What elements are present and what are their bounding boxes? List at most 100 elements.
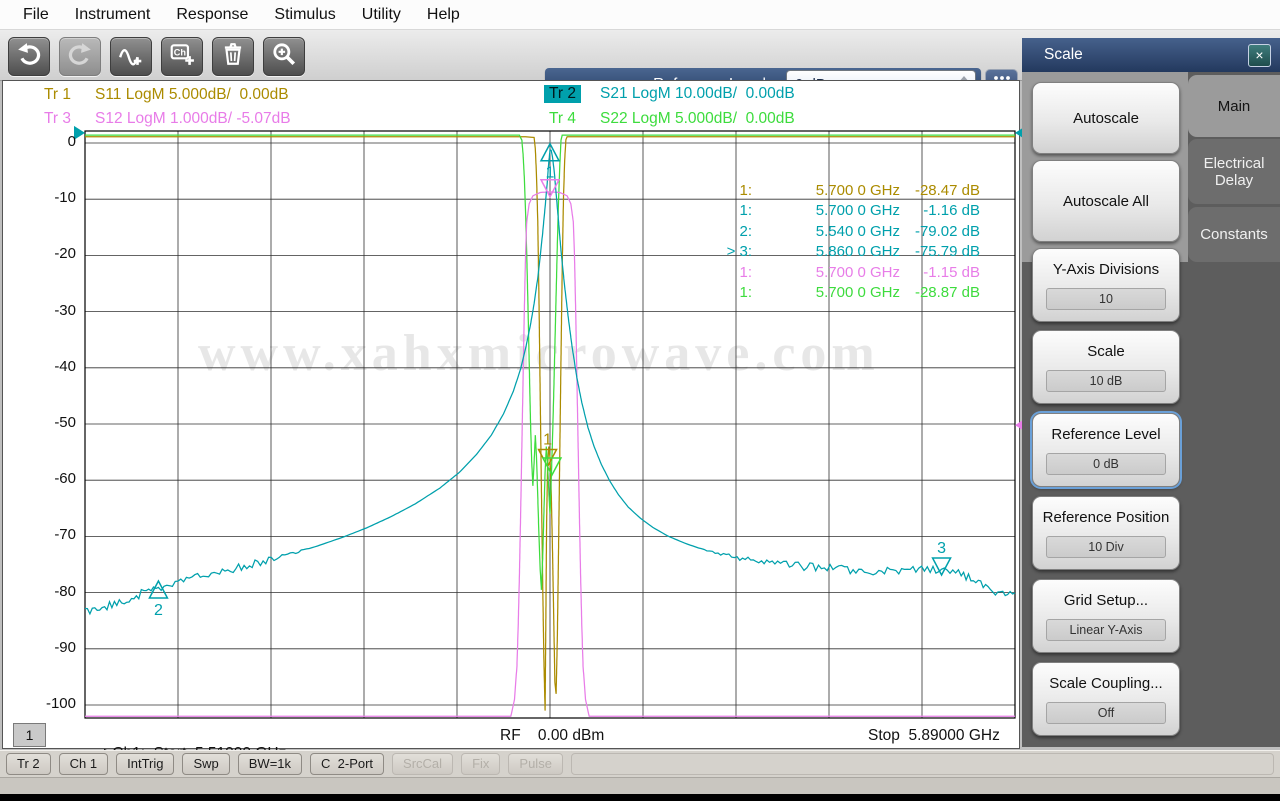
y-axis-label: -70 [24, 526, 76, 543]
add-trace-icon [118, 41, 144, 72]
marker-readout-row: 1:5.700 0 GHz-28.47 dB [688, 182, 980, 202]
softkey-label: Reference Position [1037, 508, 1176, 527]
menu-utility[interactable]: Utility [349, 6, 414, 24]
softkey-grid-setup[interactable]: Grid Setup...Linear Y-Axis [1032, 579, 1180, 653]
status-empty-slot [571, 753, 1274, 775]
marker-readout-row: 2:5.540 0 GHz-79.02 dB [688, 223, 980, 243]
y-axis-label: -60 [24, 470, 76, 487]
trace-measurement-label: S11 LogM 5.000dB/ 0.00dB [95, 86, 289, 104]
status-button-pulse[interactable]: Pulse [508, 753, 563, 775]
marker-value: -75.79 dB [900, 243, 980, 263]
softkey-scale-coupling[interactable]: Scale Coupling...Off [1032, 662, 1180, 736]
y-axis-label: -100 [24, 695, 76, 712]
softkey-value: 10 Div [1046, 536, 1166, 558]
redo-button[interactable] [59, 37, 101, 76]
marker-readout-row: 1:5.700 0 GHz-28.87 dB [688, 284, 980, 304]
menu-bar: FileInstrumentResponseStimulusUtilityHel… [0, 0, 1280, 30]
marker-value: -28.87 dB [900, 284, 980, 304]
marker-value: -28.47 dB [900, 182, 980, 202]
tab-electrical-delay[interactable]: Electrical Delay [1188, 139, 1280, 204]
softkey-label: Scale [1081, 342, 1131, 361]
zoom-icon [271, 41, 297, 72]
channel-tab-1[interactable]: 1 [13, 723, 46, 747]
status-button-c-2-port[interactable]: C 2-Port [310, 753, 384, 775]
marker-num: 2: [688, 223, 752, 243]
y-axis-label: -90 [24, 639, 76, 656]
y-axis-label: -30 [24, 302, 76, 319]
delete-trace-button[interactable] [212, 37, 254, 76]
softkey-reference-position[interactable]: Reference Position 10 Div [1032, 496, 1180, 570]
undo-button[interactable] [8, 37, 50, 76]
menu-help[interactable]: Help [414, 6, 473, 24]
status-button-bw-1k[interactable]: BW=1k [238, 753, 302, 775]
marker-value: -1.16 dB [900, 202, 980, 222]
marker-num: 1: [688, 202, 752, 222]
svg-text:Ch: Ch [174, 48, 187, 58]
trace-selector-tr4[interactable]: Tr 4 [549, 110, 576, 128]
trace-measurement-label: S21 LogM 10.00dB/ 0.00dB [600, 85, 795, 103]
status-button-ch-1[interactable]: Ch 1 [59, 753, 108, 775]
plot-area [2, 80, 1020, 749]
status-bar: Tr 2 Ch 1 IntTrig Swp BW=1k C 2-Port SrcCal Fix… [0, 750, 1280, 777]
softkey-autoscale[interactable]: Autoscale [1032, 82, 1180, 154]
marker-num: 1: [688, 284, 752, 304]
marker-freq: 5.860 0 GHz [752, 243, 900, 263]
softkey-label: Autoscale [1067, 109, 1145, 128]
y-axis-label: -10 [24, 189, 76, 206]
marker-num: 1: [688, 264, 752, 284]
softkey-autoscale-all[interactable]: Autoscale All [1032, 160, 1180, 242]
add-channel-button[interactable]: Ch [161, 37, 203, 76]
marker-readout-row: 1:5.700 0 GHz-1.16 dB [688, 202, 980, 222]
marker-num: > 3: [688, 243, 752, 263]
marker-freq: 5.700 0 GHz [752, 264, 900, 284]
trace-selector-tr3[interactable]: Tr 3 [44, 110, 71, 128]
softkey-label: Reference Level [1045, 425, 1166, 444]
y-axis-label: -20 [24, 245, 76, 262]
tab-constants[interactable]: Constants [1188, 207, 1280, 262]
status-button-inttrig[interactable]: IntTrig [116, 753, 174, 775]
marker-readout-row: 1:5.700 0 GHz-1.15 dB [688, 264, 980, 284]
add-trace-button[interactable] [110, 37, 152, 76]
scale-panel-title: Scale [1022, 46, 1248, 64]
softkey-y-axis-divisions[interactable]: Y-Axis Divisions10 [1032, 248, 1180, 322]
menu-stimulus[interactable]: Stimulus [261, 6, 348, 24]
marker-value: -79.02 dB [900, 223, 980, 243]
undo-icon [16, 41, 42, 72]
status-button-srccal[interactable]: SrcCal [392, 753, 453, 775]
softkey-value: Off [1046, 702, 1166, 724]
softkey-value: 10 [1046, 288, 1166, 310]
menu-instrument[interactable]: Instrument [62, 6, 164, 24]
trash-icon [220, 41, 246, 72]
softkey-reference-level[interactable]: Reference Level 0 dB [1032, 413, 1180, 487]
trace-selector-tr1[interactable]: Tr 1 [44, 86, 71, 104]
y-axis-label: -80 [24, 583, 76, 600]
marker-freq: 5.700 0 GHz [752, 202, 900, 222]
marker-num: 1: [688, 182, 752, 202]
status-button-fix[interactable]: Fix [461, 753, 500, 775]
trace-measurement-label: S22 LogM 5.000dB/ 0.00dB [600, 110, 795, 128]
softkey-value: 10 dB [1046, 370, 1166, 392]
marker-readout-row: > 3:5.860 0 GHz-75.79 dB [688, 243, 980, 263]
marker-freq: 5.540 0 GHz [752, 223, 900, 243]
menu-file[interactable]: File [10, 6, 62, 24]
tab-main[interactable]: Main [1188, 75, 1280, 137]
marker-freq: 5.700 0 GHz [752, 182, 900, 202]
softkey-value: 0 dB [1046, 453, 1166, 475]
menu-response[interactable]: Response [163, 6, 261, 24]
watermark-text: www.xahxmicrowave.com [198, 324, 880, 383]
add-channel-icon: Ch [169, 41, 195, 72]
y-axis-label: 0 [24, 133, 76, 150]
vna-application-window: FileInstrumentResponseStimulusUtilityHel… [0, 0, 1280, 801]
close-icon[interactable]: × [1248, 44, 1271, 67]
softkey-scale[interactable]: Scale 10 dB [1032, 330, 1180, 404]
trace-measurement-label: S12 LogM 1.000dB/ -5.07dB [95, 110, 291, 128]
scale-panel-titlebar: Scale × [1022, 38, 1280, 72]
marker-value: -1.15 dB [900, 264, 980, 284]
lower-status-strip [0, 777, 1280, 795]
status-button-swp[interactable]: Swp [182, 753, 229, 775]
status-button-tr-2[interactable]: Tr 2 [6, 753, 51, 775]
marker-freq: 5.700 0 GHz [752, 284, 900, 304]
stimulus-stop-readout: Stop 5.89000 GHz [868, 727, 1000, 745]
zoom-button[interactable] [263, 37, 305, 76]
trace-selector-tr2[interactable]: Tr 2 [544, 85, 581, 103]
